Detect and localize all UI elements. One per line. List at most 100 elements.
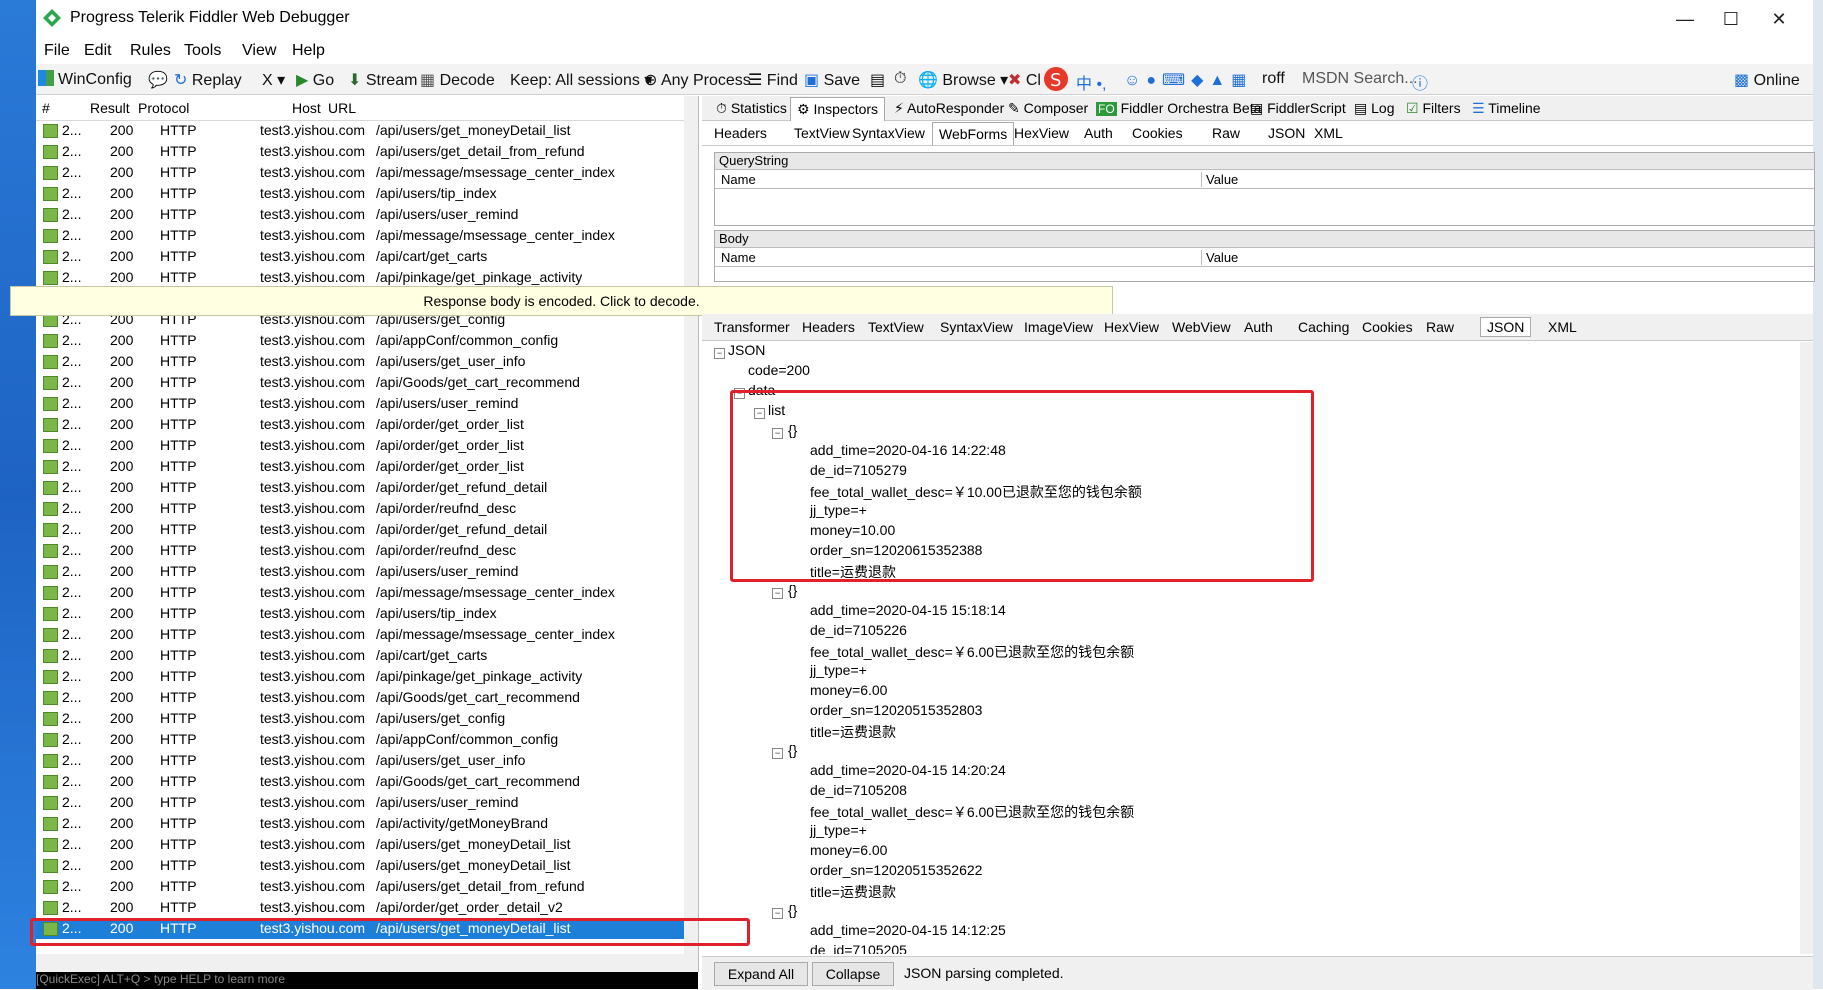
tree-field[interactable]: jj_type=+	[810, 822, 867, 838]
response-tab-imageview[interactable]: ImageView	[1024, 319, 1093, 335]
response-tab-hexview[interactable]: HexView	[1104, 319, 1159, 335]
decode-notice-bar[interactable]: Response body is encoded. Click to decod…	[10, 286, 1113, 316]
response-tab-xml[interactable]: XML	[1548, 319, 1577, 335]
request-tab-webforms[interactable]: WebForms	[932, 122, 1015, 145]
session-row[interactable]: 2... 200 HTTP test3.yishou.com/api/users/ge…	[36, 750, 684, 771]
response-tab-auth[interactable]: Auth	[1244, 319, 1273, 335]
collapse-button[interactable]: Collapse	[812, 962, 894, 986]
tree-field[interactable]: de_id=7105226	[810, 622, 907, 638]
session-row[interactable]: 2... 200 HTTP test3.yishou.com/api/Goods/ge…	[36, 771, 684, 792]
menu-file[interactable]: File	[44, 42, 70, 60]
request-tab-raw[interactable]: Raw	[1212, 125, 1240, 141]
session-row[interactable]: 2... 200 HTTP test3.yishou.com/api/users/ge…	[36, 834, 684, 855]
col-host[interactable]: Host	[292, 100, 321, 116]
session-row[interactable]: 2... 200 HTTP test3.yishou.com/api/order/ge…	[36, 519, 684, 540]
tab-inspectors[interactable]: ⚙ Inspectors	[790, 97, 886, 121]
maximize-button[interactable]: ☐	[1708, 4, 1754, 34]
response-tab-webview[interactable]: WebView	[1172, 319, 1231, 335]
tree-object[interactable]: {}	[788, 902, 797, 918]
response-tab-raw[interactable]: Raw	[1426, 319, 1454, 335]
tree-field[interactable]: add_time=2020-04-15 14:12:25	[810, 922, 1006, 938]
camera-button[interactable]: ▤	[870, 70, 885, 90]
col-protocol[interactable]: Protocol	[138, 100, 189, 116]
session-row[interactable]: 2... 200 HTTP test3.yishou.com/api/users/ge…	[36, 120, 684, 141]
clear-cache-button[interactable]: ✖ Cl	[1008, 70, 1041, 90]
comment-button[interactable]: 💬	[148, 70, 168, 90]
tab-autoresponder[interactable]: ⚡ AutoResponder	[894, 100, 1004, 117]
request-tab-json[interactable]: JSON	[1268, 125, 1305, 141]
session-row[interactable]: 2... 200 HTTP test3.yishou.com/api/cart/get…	[36, 246, 684, 267]
session-row[interactable]: 2... 200 HTTP test3.yishou.com/api/cart/get…	[36, 645, 684, 666]
tree-field[interactable]: money=6.00	[810, 682, 887, 698]
tab-log[interactable]: ▤ Log	[1354, 100, 1394, 117]
session-row[interactable]: 2... 200 HTTP test3.yishou.com/api/Goods/ge…	[36, 372, 684, 393]
tree-object[interactable]: {}	[788, 582, 797, 598]
session-row[interactable]: 2... 200 HTTP test3.yishou.com/api/order/ge…	[36, 456, 684, 477]
tree-field[interactable]: fee_total_wallet_desc=￥6.00已退款至您的钱包余额	[810, 802, 1134, 822]
help-icon[interactable]: ⓘ	[1412, 70, 1428, 94]
menu-help[interactable]: Help	[292, 42, 325, 60]
collapse-object-icon[interactable]: −	[772, 748, 783, 759]
minimize-button[interactable]: —	[1662, 4, 1708, 34]
session-row[interactable]: 2... 200 HTTP test3.yishou.com/api/order/ge…	[36, 477, 684, 498]
session-row[interactable]: 2... 200 HTTP test3.yishou.com/api/users/ge…	[36, 708, 684, 729]
request-tab-headers[interactable]: Headers	[714, 125, 767, 141]
session-row[interactable]: 2... 200 HTTP test3.yishou.com/api/message/…	[36, 225, 684, 246]
request-tab-cookies[interactable]: Cookies	[1132, 125, 1183, 141]
expand-all-button[interactable]: Expand All	[714, 962, 808, 986]
request-tab-auth[interactable]: Auth	[1084, 125, 1113, 141]
browse-button[interactable]: 🌐 Browse ▾	[918, 70, 1008, 90]
go-button[interactable]: ▶ Go	[296, 70, 334, 90]
col-num[interactable]: #	[42, 100, 50, 116]
session-row[interactable]: 2... 200 HTTP test3.yishou.com/api/activity…	[36, 813, 684, 834]
tree-field[interactable]: money=6.00	[810, 842, 887, 858]
session-vertical-scrollbar[interactable]	[684, 96, 698, 954]
save-button[interactable]: ▣ Save	[804, 70, 860, 90]
tree-field[interactable]: de_id=7105205	[810, 942, 907, 954]
tree-field[interactable]: title=运费退款	[810, 882, 896, 902]
quickexec-bar[interactable]: [QuickExec] ALT+Q > type HELP to learn m…	[36, 972, 698, 989]
response-tab-cookies[interactable]: Cookies	[1362, 319, 1413, 335]
session-horizontal-scrollbar[interactable]	[36, 954, 698, 972]
session-row[interactable]: 2... 200 HTTP test3.yishou.com/api/users/ge…	[36, 876, 684, 897]
session-row[interactable]: 2... 200 HTTP test3.yishou.com/api/users/ti…	[36, 603, 684, 624]
tree-field[interactable]: de_id=7105208	[810, 782, 907, 798]
request-tab-textview[interactable]: TextView	[794, 125, 850, 141]
session-row[interactable]: 2... 200 HTTP test3.yishou.com/api/message/…	[36, 582, 684, 603]
tree-field[interactable]: order_sn=12020515352803	[810, 702, 982, 718]
sogou-ime-icon[interactable]: S	[1042, 65, 1070, 98]
tree-field[interactable]: fee_total_wallet_desc=￥6.00已退款至您的钱包余额	[810, 642, 1134, 662]
session-row[interactable]: 2... 200 HTTP test3.yishou.com/api/users/us…	[36, 792, 684, 813]
tree-field[interactable]: add_time=2020-04-15 15:18:14	[810, 602, 1006, 618]
response-tab-transformer[interactable]: Transformer	[714, 319, 790, 335]
tree-field[interactable]: add_time=2020-04-15 14:20:24	[810, 762, 1006, 778]
session-row[interactable]: 2... 200 HTTP test3.yishou.com/api/order/ge…	[36, 414, 684, 435]
tree-object[interactable]: {}	[788, 742, 797, 758]
response-tab-headers[interactable]: Headers	[802, 319, 855, 335]
timer-button[interactable]: ⏱	[894, 70, 906, 88]
response-tab-syntaxview[interactable]: SyntaxView	[940, 319, 1013, 335]
session-row[interactable]: 2... 200 HTTP test3.yishou.com/api/order/ge…	[36, 435, 684, 456]
request-tab-syntaxview[interactable]: SyntaxView	[852, 125, 925, 141]
tree-field[interactable]: title=运费退款	[810, 722, 896, 742]
tab-filters[interactable]: ☑ Filters	[1406, 100, 1461, 117]
response-tab-textview[interactable]: TextView	[868, 319, 924, 335]
session-row[interactable]: 2... 200 HTTP test3.yishou.com/api/users/ge…	[36, 351, 684, 372]
remove-button[interactable]: X ▾	[262, 70, 285, 90]
session-row[interactable]: 2... 200 HTTP test3.yishou.com/api/users/ge…	[36, 141, 684, 162]
tree-root[interactable]: JSON	[728, 342, 765, 358]
session-row[interactable]: 2... 200 HTTP test3.yishou.com/api/pinkage/…	[36, 267, 684, 288]
col-url[interactable]: URL	[328, 100, 356, 116]
json-tree-scrollbar[interactable]	[1800, 342, 1813, 954]
menu-rules[interactable]: Rules	[130, 42, 171, 60]
find-button[interactable]: ☰ Find	[748, 70, 798, 90]
session-list[interactable]: # Result Protocol Host URL 2... 200 HTTP te…	[36, 96, 699, 972]
session-row[interactable]: 2... 200 HTTP test3.yishou.com/api/order/re…	[36, 540, 684, 561]
session-row[interactable]: 2... 200 HTTP test3.yishou.com/api/pinkage/…	[36, 666, 684, 687]
msdn-search-input[interactable]: MSDN Search...	[1302, 70, 1418, 88]
menu-view[interactable]: View	[242, 42, 276, 60]
session-row[interactable]: 2... 200 HTTP test3.yishou.com/api/order/re…	[36, 498, 684, 519]
request-tab-hexview[interactable]: HexView	[1014, 125, 1069, 141]
session-row[interactable]: 2... 200 HTTP test3.yishou.com/api/users/ti…	[36, 183, 684, 204]
tearoff-button[interactable]: roff	[1262, 70, 1285, 88]
